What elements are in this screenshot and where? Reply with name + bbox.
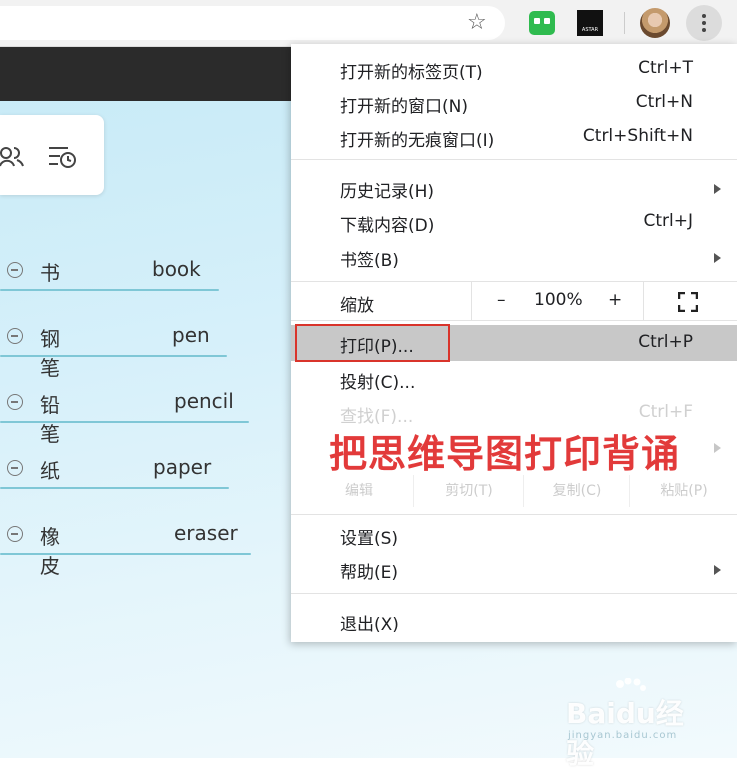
menu-item-new-window[interactable]: 打开新的窗口(N) Ctrl+N (291, 86, 737, 120)
address-bar[interactable] (0, 6, 505, 40)
toolbar-divider (624, 12, 625, 34)
collapse-icon[interactable] (7, 394, 23, 410)
collapse-icon[interactable] (7, 262, 23, 278)
menu-zoom-row: 缩放 – 100% + (291, 282, 737, 320)
menu-item-help[interactable]: 帮助(E) (291, 552, 737, 586)
collapse-icon[interactable] (7, 526, 23, 542)
overlay-caption: 把思维导图打印背诵 (329, 432, 681, 476)
node-branch-line (0, 487, 229, 489)
robot-extension-icon[interactable] (529, 11, 555, 35)
fullscreen-icon[interactable] (678, 292, 698, 312)
submenu-arrow-icon (714, 184, 721, 194)
menu-item-history[interactable]: 历史记录(H) (291, 171, 737, 205)
menu-divider (291, 159, 737, 160)
submenu-arrow-icon (714, 565, 721, 575)
menu-item-bookmarks[interactable]: 书签(B) (291, 240, 737, 274)
astar-extension-icon[interactable]: ASTAR (577, 10, 603, 36)
collapse-icon[interactable] (7, 328, 23, 344)
kebab-menu-icon[interactable] (686, 5, 722, 41)
zoom-in-button[interactable]: + (608, 290, 622, 310)
submenu-arrow-icon (714, 443, 721, 453)
menu-item-exit[interactable]: 退出(X) (291, 604, 737, 638)
paste-button[interactable]: 粘贴(P) (629, 475, 737, 507)
node-branch-line (0, 553, 251, 555)
node-branch-line (0, 421, 249, 423)
baidu-watermark: Baidu经验 jingyan.baidu.com (566, 678, 706, 770)
copy-button[interactable]: 复制(C) (523, 475, 630, 507)
zoom-out-button[interactable]: – (497, 290, 506, 310)
node-branch-line (0, 355, 227, 357)
people-icon[interactable] (0, 144, 26, 170)
browser-toolbar: ☆ ASTAR (0, 0, 737, 47)
menu-divider (291, 320, 737, 321)
print-callout-box (295, 324, 450, 362)
node-branch-line (0, 289, 219, 291)
menu-item-settings[interactable]: 设置(S) (291, 518, 737, 552)
menu-item-downloads[interactable]: 下载内容(D) Ctrl+J (291, 205, 737, 239)
menu-item-new-tab[interactable]: 打开新的标签页(T) Ctrl+T (291, 52, 737, 86)
browser-main-menu: 打开新的标签页(T) Ctrl+T 打开新的窗口(N) Ctrl+N 打开新的无… (291, 44, 737, 642)
star-icon[interactable]: ☆ (467, 9, 487, 37)
collapse-icon[interactable] (7, 460, 23, 476)
menu-divider (291, 514, 737, 515)
history-list-icon[interactable] (48, 144, 78, 170)
cut-button[interactable]: 剪切(T) (413, 475, 524, 507)
zoom-level: 100% (534, 290, 583, 310)
menu-divider (291, 593, 737, 594)
menu-item-incognito[interactable]: 打开新的无痕窗口(I) Ctrl+Shift+N (291, 120, 737, 154)
profile-avatar[interactable] (640, 8, 670, 38)
tool-panel (0, 115, 104, 195)
submenu-arrow-icon (714, 253, 721, 263)
menu-item-cast[interactable]: 投射(C)... (291, 362, 737, 396)
